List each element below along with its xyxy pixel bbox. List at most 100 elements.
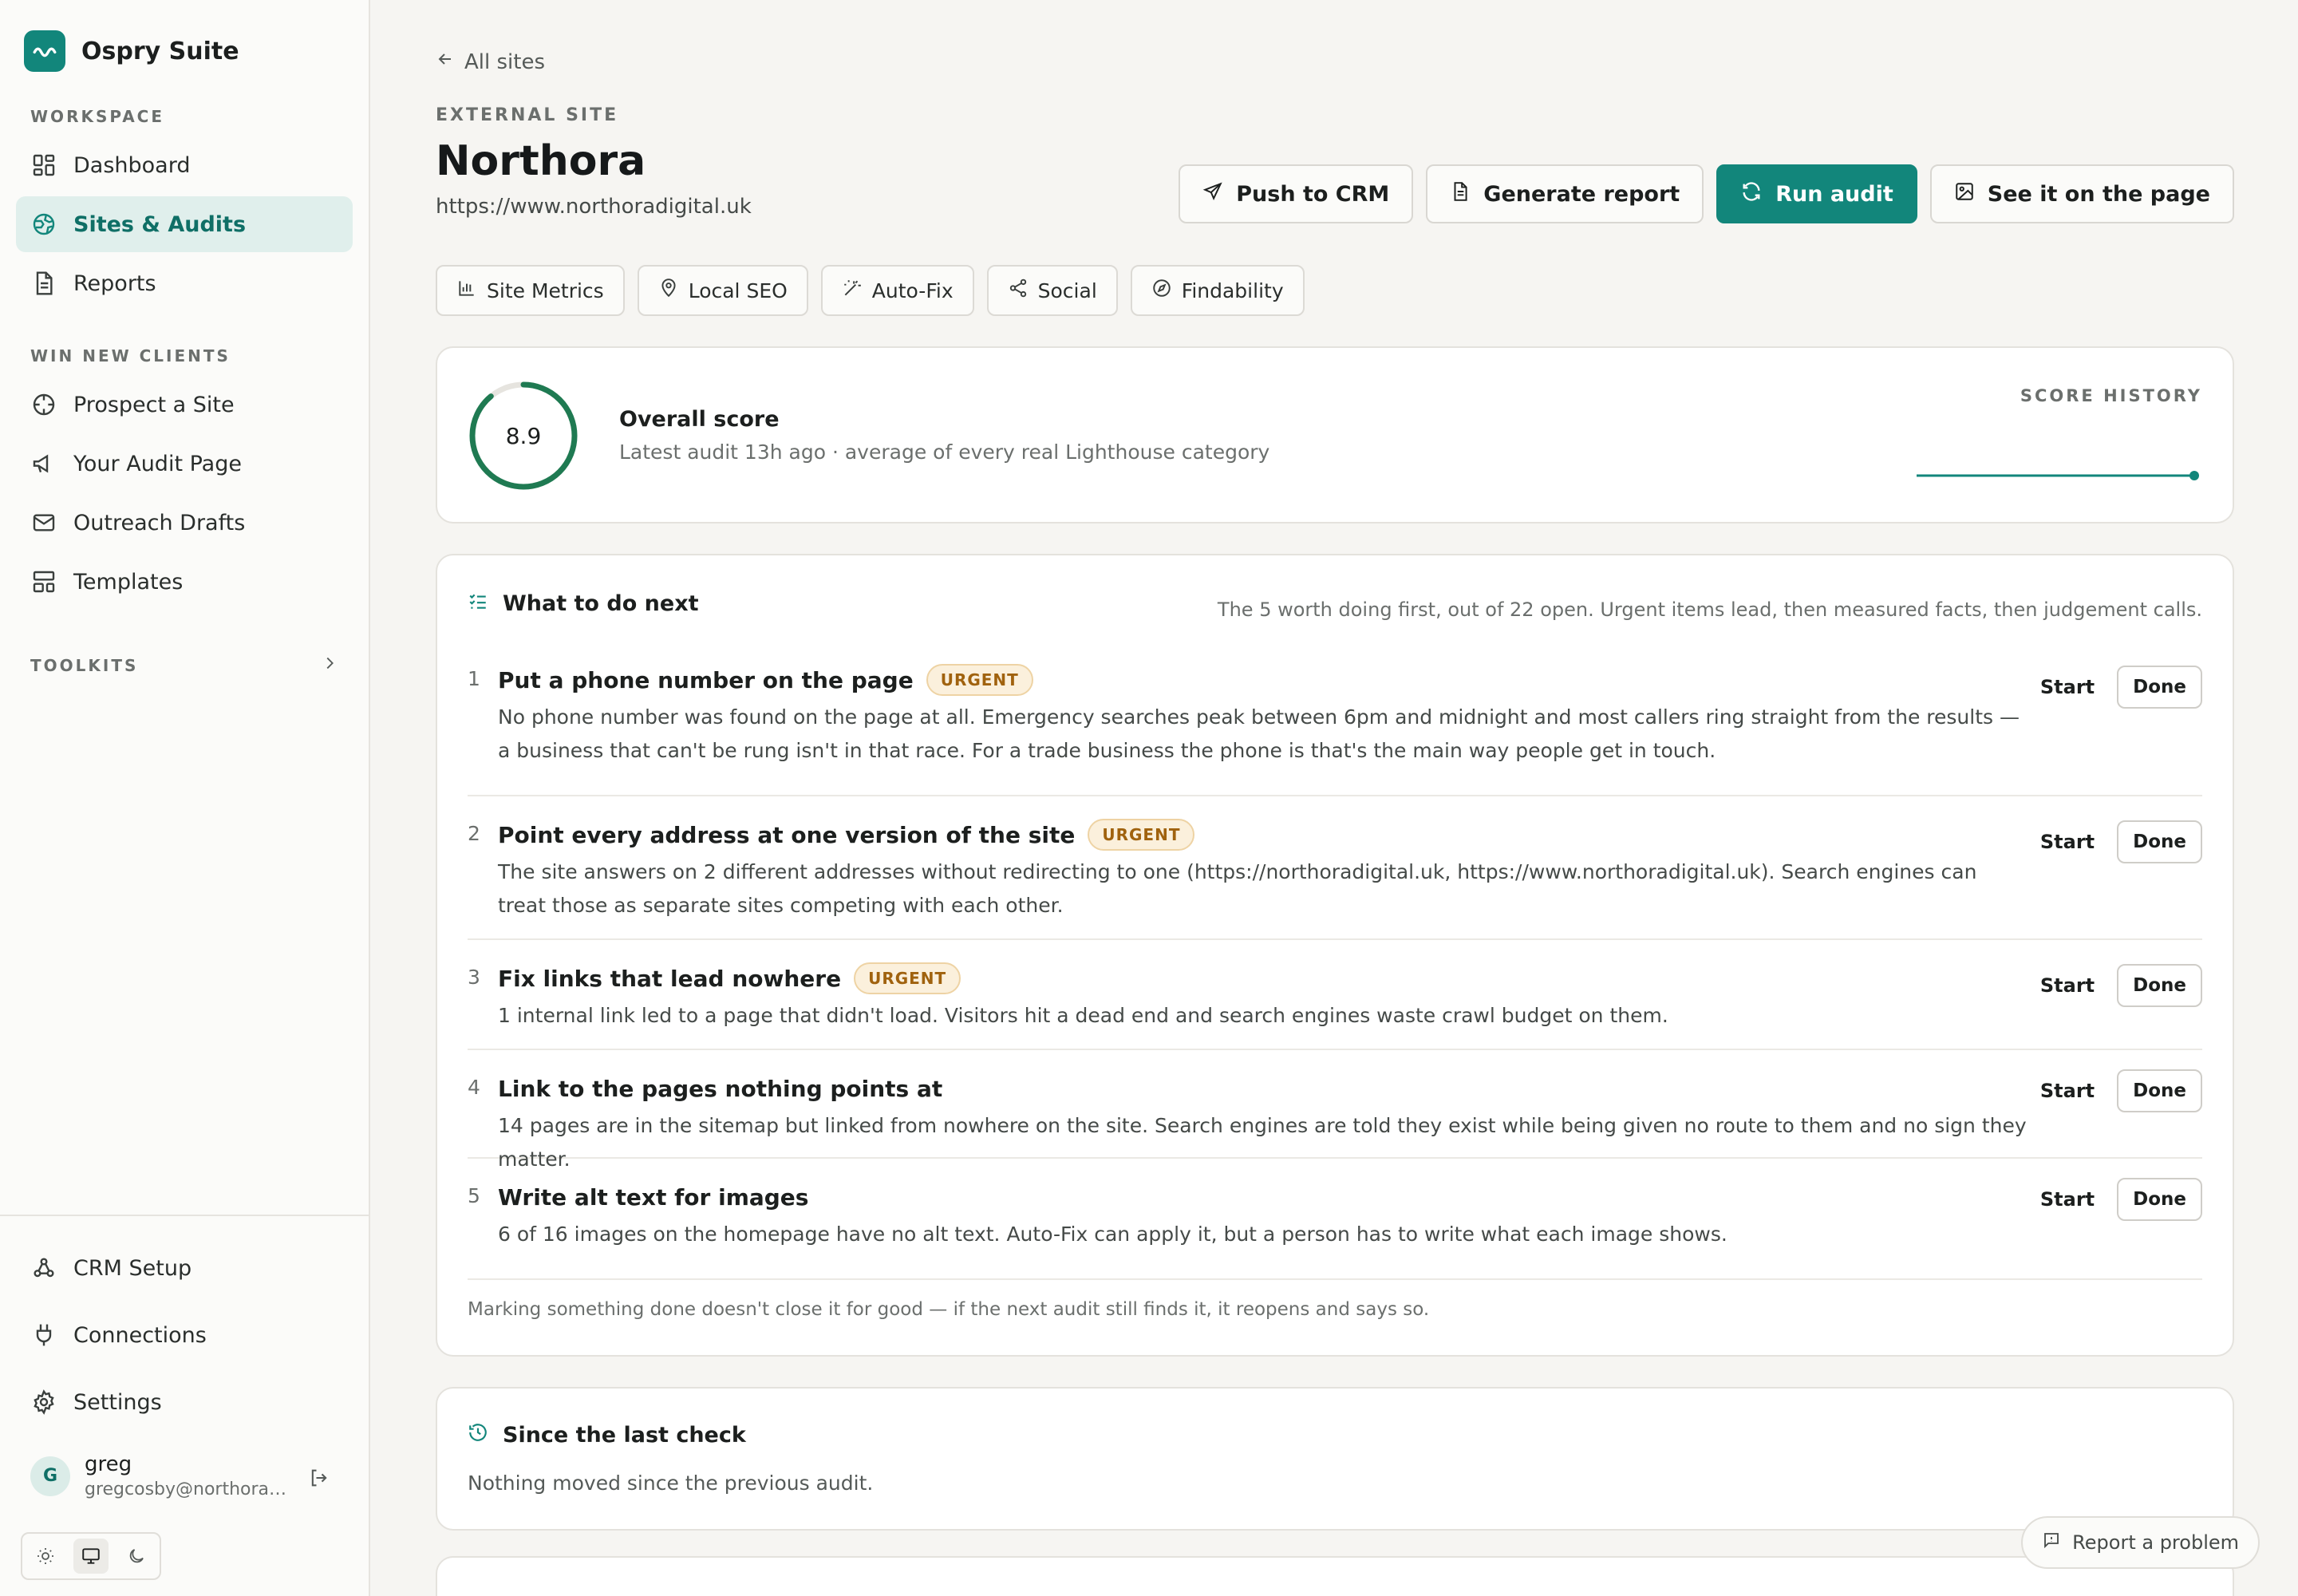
next-card xyxy=(436,1556,2234,1596)
sidebar-item-label: Sites & Audits xyxy=(73,211,247,237)
done-button[interactable]: Done xyxy=(2117,1178,2202,1221)
sun-icon[interactable] xyxy=(28,1539,63,1574)
sidebar-item-label: Reports xyxy=(73,271,156,296)
brand-name: Ospry Suite xyxy=(81,37,239,65)
report-problem-button[interactable]: Report a problem xyxy=(2021,1516,2260,1569)
toolkits-toggle[interactable]: TOOLKITS xyxy=(0,654,369,676)
header-actions: Push to CRM Generate report Run audit Se… xyxy=(1179,164,2234,223)
run-audit-button[interactable]: Run audit xyxy=(1716,164,1917,223)
since-body: Nothing moved since the previous audit. xyxy=(468,1472,874,1495)
sidebar-item-outreach[interactable]: Outreach Drafts xyxy=(16,495,353,551)
push-to-crm-button[interactable]: Push to CRM xyxy=(1179,164,1414,223)
brand-logo-icon xyxy=(24,30,65,72)
tab-findability[interactable]: Findability xyxy=(1130,265,1305,316)
done-button[interactable]: Done xyxy=(2117,964,2202,1007)
list-item: 2 Point every address at one version of … xyxy=(468,796,2202,940)
sidebar-item-label: Outreach Drafts xyxy=(73,510,246,535)
start-button[interactable]: Start xyxy=(2035,676,2099,698)
item-description: 1 internal link led to a page that didn'… xyxy=(498,1004,1668,1027)
sidebar-item-connections[interactable]: Connections xyxy=(16,1304,353,1366)
sidebar-item-audit-page[interactable]: Your Audit Page xyxy=(16,436,353,492)
score-history-label: SCORE HISTORY xyxy=(2020,386,2202,405)
push-to-crm-label: Push to CRM xyxy=(1236,181,1390,207)
list-item: 5 Write alt text for images 6 of 16 imag… xyxy=(468,1159,2202,1270)
clients-label: WIN NEW CLIENTS xyxy=(30,346,231,365)
done-button[interactable]: Done xyxy=(2117,820,2202,863)
list-item: 1 Put a phone number on the page URGENT … xyxy=(468,654,2202,796)
sidebar-item-label: Settings xyxy=(73,1389,162,1415)
tab-label: Local SEO xyxy=(688,279,788,302)
start-button[interactable]: Start xyxy=(2035,974,2099,997)
plug-icon xyxy=(30,1321,57,1349)
see-it-on-page-button[interactable]: See it on the page xyxy=(1929,164,2234,223)
sidebar-item-crm-setup[interactable]: CRM Setup xyxy=(16,1237,353,1299)
bar-chart-icon xyxy=(456,278,487,303)
item-number: 4 xyxy=(468,1076,480,1099)
moon-icon[interactable] xyxy=(119,1539,154,1574)
item-title: Write alt text for images xyxy=(498,1183,809,1211)
main-content: All sites EXTERNAL SITE Northora https:/… xyxy=(370,0,2298,1596)
sidebar-item-templates[interactable]: Templates xyxy=(16,554,353,610)
tab-local-seo[interactable]: Local SEO xyxy=(637,265,808,316)
item-description: No phone number was found on the page at… xyxy=(498,705,2020,762)
since-last-check-card: Since the last check Nothing moved since… xyxy=(436,1387,2234,1531)
sidebar-item-dashboard[interactable]: Dashboard xyxy=(16,137,353,193)
user-profile[interactable]: G greg gregcosby@northoradigital.uk xyxy=(0,1438,369,1499)
sidebar-item-label: Templates xyxy=(73,569,184,595)
sidebar: Ospry Suite WORKSPACE Dashboard Sites & … xyxy=(0,0,370,1596)
section-label-workspace: WORKSPACE xyxy=(0,107,369,126)
arrow-left-icon xyxy=(436,49,464,74)
sidebar-item-reports[interactable]: Reports xyxy=(16,255,353,311)
magic-wand-icon xyxy=(842,278,872,303)
done-button[interactable]: Done xyxy=(2117,666,2202,709)
brand[interactable]: Ospry Suite xyxy=(0,0,369,72)
generate-report-label: Generate report xyxy=(1483,181,1680,207)
back-to-all-sites-link[interactable]: All sites xyxy=(436,49,545,74)
user-email: gregcosby@northoradigital.uk xyxy=(85,1479,292,1499)
start-button[interactable]: Start xyxy=(2035,1188,2099,1211)
dashboard-icon xyxy=(30,152,57,179)
sidebar-item-label: Connections xyxy=(73,1322,207,1348)
done-button[interactable]: Done xyxy=(2117,1069,2202,1112)
urgent-badge: URGENT xyxy=(854,962,961,994)
sidebar-item-sites-audits[interactable]: Sites & Audits xyxy=(16,196,353,252)
chevron-right-icon xyxy=(321,654,338,676)
tab-auto-fix[interactable]: Auto-Fix xyxy=(820,265,974,316)
run-audit-label: Run audit xyxy=(1775,181,1893,207)
item-title: Put a phone number on the page xyxy=(498,666,914,693)
item-description: 6 of 16 images on the homepage have no a… xyxy=(498,1223,1727,1246)
avatar: G xyxy=(30,1456,70,1496)
checklist-icon xyxy=(468,591,503,617)
start-button[interactable]: Start xyxy=(2035,831,2099,853)
generate-report-button[interactable]: Generate report xyxy=(1426,164,1704,223)
tab-label: Site Metrics xyxy=(487,279,604,302)
urgent-badge: URGENT xyxy=(1088,819,1195,851)
tab-label: Social xyxy=(1037,279,1097,302)
tab-social[interactable]: Social xyxy=(986,265,1118,316)
image-icon xyxy=(1954,181,1988,207)
sidebar-item-prospect[interactable]: Prospect a Site xyxy=(16,377,353,433)
document-icon xyxy=(1450,181,1483,207)
compass-icon xyxy=(1151,278,1182,303)
start-button[interactable]: Start xyxy=(2035,1080,2099,1102)
score-history-sparkline xyxy=(1917,471,2199,480)
document-icon xyxy=(30,270,57,297)
refresh-icon xyxy=(1740,180,1775,208)
monitor-icon[interactable] xyxy=(73,1539,109,1574)
item-title: Point every address at one version of th… xyxy=(498,821,1076,848)
sidebar-item-label: CRM Setup xyxy=(73,1255,192,1281)
see-it-on-page-label: See it on the page xyxy=(1987,181,2210,207)
todo-header: What to do next xyxy=(468,591,699,617)
since-title: Since the last check xyxy=(503,1423,746,1448)
item-number: 1 xyxy=(468,667,480,690)
todo-title: What to do next xyxy=(503,591,699,616)
toolkits-label: TOOLKITS xyxy=(30,655,139,675)
todo-footer-note: Marking something done doesn't close it … xyxy=(468,1278,2202,1320)
logout-icon[interactable] xyxy=(308,1467,330,1492)
tab-site-metrics[interactable]: Site Metrics xyxy=(436,265,625,316)
sidebar-item-settings[interactable]: Settings xyxy=(16,1371,353,1433)
item-title: Fix links that lead nowhere xyxy=(498,965,842,992)
history-icon xyxy=(468,1422,503,1448)
sparkline-latest-point xyxy=(2189,471,2199,480)
site-url: https://www.northoradigital.uk xyxy=(436,195,752,219)
